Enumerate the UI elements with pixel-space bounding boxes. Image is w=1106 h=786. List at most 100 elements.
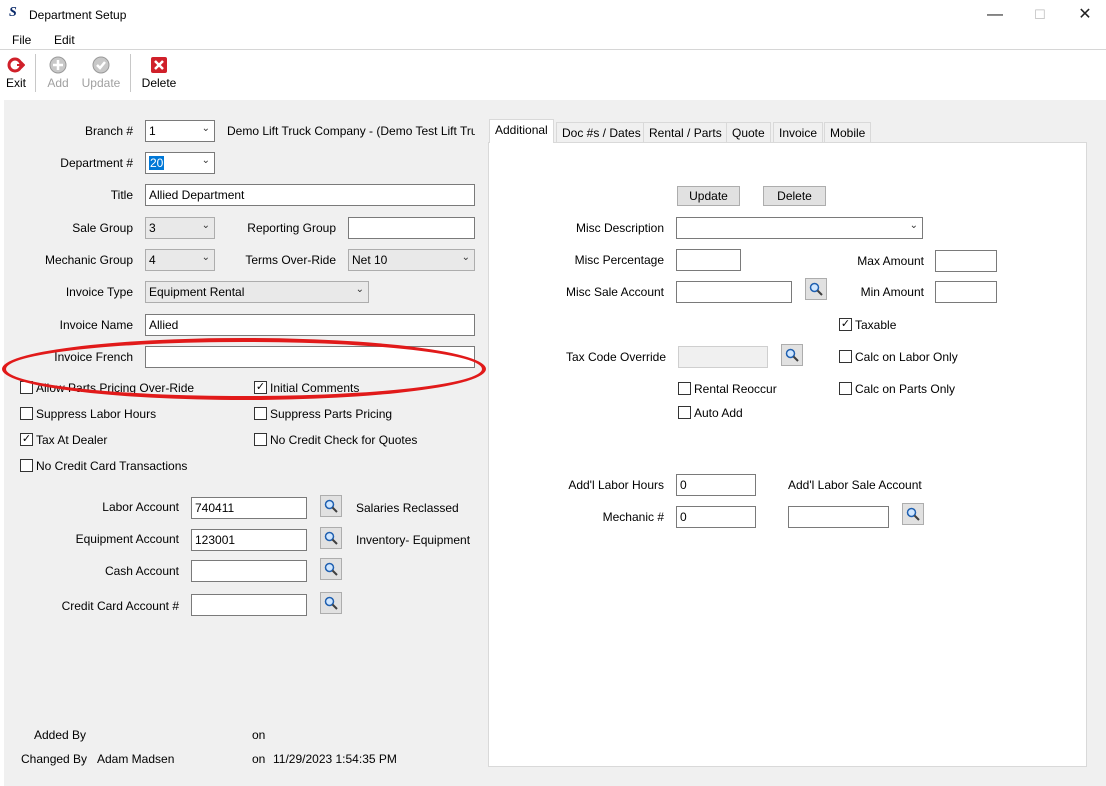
changed-on-value: 11/29/2023 1:54:35 PM	[273, 752, 397, 766]
invoice-name-label: Invoice Name	[59, 318, 133, 332]
added-by-label: Added By	[34, 728, 87, 742]
cash-account-search-button[interactable]	[320, 558, 342, 580]
department-label: Department #	[60, 156, 133, 170]
calc-parts-only-checkbox[interactable]	[839, 382, 852, 395]
no-credit-check-checkbox[interactable]	[254, 433, 267, 446]
add-button[interactable]: Add	[38, 54, 78, 90]
search-icon	[785, 348, 799, 362]
credit-card-account-search-button[interactable]	[320, 592, 342, 614]
search-icon	[906, 507, 920, 521]
tax-code-override-field[interactable]	[678, 346, 768, 368]
tab-rental-parts[interactable]: Rental / Parts	[643, 122, 728, 142]
add-icon	[49, 56, 67, 74]
delete-label: Delete	[141, 76, 177, 90]
changed-by-label: Changed By	[21, 752, 88, 766]
added-on-label: on	[252, 728, 266, 742]
equipment-account-field[interactable]: 123001	[191, 529, 307, 551]
mechanic-group-label: Mechanic Group	[44, 253, 133, 267]
suppress-labor-hours-label: Suppress Labor Hours	[36, 407, 157, 421]
chevron-down-icon: ⌄	[201, 123, 210, 134]
taxable-label: Taxable	[855, 318, 897, 332]
tab-invoice[interactable]: Invoice	[773, 122, 824, 142]
menu-edit[interactable]: Edit	[54, 33, 75, 47]
update-label: Update	[81, 76, 121, 90]
mechanic-group-value: 4	[149, 253, 156, 267]
misc-update-button[interactable]: Update	[677, 186, 740, 206]
mechanic-number-field[interactable]: 0	[676, 506, 756, 528]
exit-icon	[7, 57, 25, 73]
labor-account-search-button[interactable]	[320, 495, 342, 517]
credit-card-account-field[interactable]	[191, 594, 307, 616]
exit-label: Exit	[5, 76, 26, 90]
branch-company-name: Demo Lift Truck Company - (Demo Test Lif…	[227, 124, 475, 138]
no-credit-card-checkbox[interactable]	[20, 459, 33, 472]
mechanic-number-label: Mechanic #	[602, 510, 664, 524]
calc-labor-only-checkbox[interactable]	[839, 350, 852, 363]
labor-account-description: Salaries Reclassed	[356, 501, 459, 515]
branch-select[interactable]: 1 ⌄	[145, 120, 215, 142]
delete-icon	[151, 57, 167, 73]
cash-account-label: Cash Account	[104, 564, 179, 578]
cash-account-field[interactable]	[191, 560, 307, 582]
tax-at-dealer-checkbox[interactable]: ✓	[20, 433, 33, 446]
misc-description-select[interactable]: ⌄	[676, 217, 923, 239]
rental-reoccur-label: Rental Reoccur	[694, 382, 777, 396]
max-amount-field[interactable]	[935, 250, 997, 272]
department-select[interactable]: 20 ⌄	[145, 152, 215, 174]
title-label: Title	[110, 188, 133, 202]
invoice-name-field[interactable]: Allied	[145, 314, 475, 336]
tab-mobile[interactable]: Mobile	[824, 122, 872, 142]
misc-percentage-field[interactable]	[676, 249, 741, 271]
department-value: 20	[149, 156, 165, 170]
title-field[interactable]: Allied Department	[145, 184, 475, 206]
addl-labor-hours-label: Add'l Labor Hours	[568, 478, 664, 492]
tab-quote[interactable]: Quote	[726, 122, 771, 142]
auto-add-checkbox[interactable]	[678, 406, 691, 419]
menu-file[interactable]: File	[12, 33, 31, 47]
tab-doc-dates[interactable]: Doc #s / Dates	[556, 122, 647, 142]
app-icon: S	[9, 5, 17, 20]
sale-group-select[interactable]: 3 ⌄	[145, 217, 215, 239]
misc-sale-account-label: Misc Sale Account	[565, 285, 664, 299]
taxable-checkbox[interactable]: ✓	[839, 318, 852, 331]
invoice-type-select[interactable]: Equipment Rental ⌄	[145, 281, 369, 303]
misc-delete-button[interactable]: Delete	[763, 186, 826, 206]
addl-labor-sale-search-button[interactable]	[902, 503, 924, 525]
update-button[interactable]: Update	[81, 54, 121, 90]
changed-on-label: on	[252, 752, 266, 766]
exit-button[interactable]: Exit	[0, 54, 36, 90]
terms-value: Net 10	[352, 253, 388, 267]
rental-reoccur-checkbox[interactable]	[678, 382, 691, 395]
menu-bar	[0, 30, 1106, 50]
addl-labor-sale-account-field[interactable]	[788, 506, 889, 528]
maximize-button[interactable]: ☐	[1025, 4, 1055, 26]
tab-additional[interactable]: Additional	[489, 119, 554, 143]
terms-label: Terms Over-Ride	[245, 253, 336, 267]
mechanic-group-select[interactable]: 4 ⌄	[145, 249, 215, 271]
reporting-group-field[interactable]	[348, 217, 475, 239]
title-bar	[0, 0, 1106, 30]
suppress-parts-pricing-checkbox[interactable]	[254, 407, 267, 420]
annotation-ellipse	[2, 338, 486, 400]
search-icon	[324, 499, 338, 513]
terms-select[interactable]: Net 10 ⌄	[348, 249, 475, 271]
misc-sale-account-search-button[interactable]	[805, 278, 827, 300]
delete-button[interactable]: Delete	[139, 54, 179, 90]
invoice-type-label: Invoice Type	[65, 285, 133, 299]
labor-account-label: Labor Account	[102, 500, 179, 514]
labor-account-field[interactable]: 740411	[191, 497, 307, 519]
max-amount-label: Max Amount	[857, 254, 924, 268]
close-button[interactable]: ✕	[1070, 4, 1100, 26]
minimize-button[interactable]: —	[980, 4, 1010, 26]
chevron-down-icon: ⌄	[201, 252, 210, 263]
auto-add-label: Auto Add	[694, 406, 743, 420]
tax-code-search-button[interactable]	[781, 344, 803, 366]
chevron-down-icon: ⌄	[201, 155, 210, 166]
min-amount-field[interactable]	[935, 281, 997, 303]
equipment-account-search-button[interactable]	[320, 527, 342, 549]
chevron-down-icon: ⌄	[355, 284, 364, 295]
credit-card-account-label: Credit Card Account #	[61, 599, 179, 613]
addl-labor-hours-field[interactable]: 0	[676, 474, 756, 496]
misc-sale-account-field[interactable]	[676, 281, 792, 303]
suppress-labor-hours-checkbox[interactable]	[20, 407, 33, 420]
